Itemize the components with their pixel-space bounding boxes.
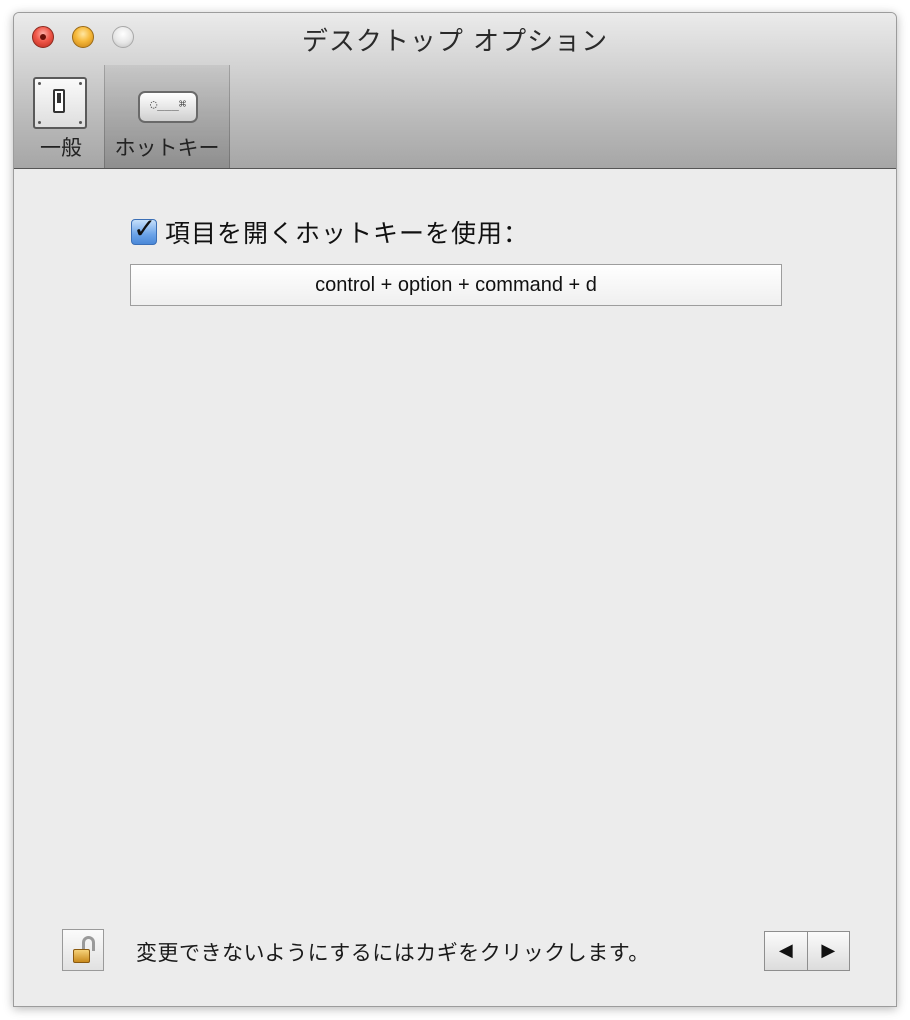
shortcut-field[interactable]: control + option + command + d: [130, 264, 782, 306]
hotkey-checkbox-label[interactable]: 項目を開くホットキーを使用：: [165, 214, 529, 250]
checkmark-icon: ✓: [133, 212, 157, 245]
lock-button[interactable]: [62, 929, 104, 971]
hotkey-checkbox[interactable]: ✓: [131, 212, 157, 245]
toolbar-item-general-label: 一般: [40, 136, 82, 160]
window-title: デスクトップ オプション: [301, 27, 609, 57]
hotkey-checkbox-row[interactable]: ✓ 項目を開くホットキーを使用：: [131, 212, 529, 250]
title-bar: デスクトップ オプション 一般 ◌___⌘ ホットキー: [14, 13, 896, 169]
content-pane: ✓ 項目を開くホットキーを使用： control + option + comm…: [14, 169, 896, 1006]
lock-icon: [73, 949, 90, 963]
toolbar-item-general[interactable]: 一般: [22, 65, 100, 168]
switch-icon: [33, 77, 87, 129]
toolbar-item-hotkey[interactable]: ◌___⌘ ホットキー: [104, 65, 230, 168]
toolbar-item-hotkey-label: ホットキー: [114, 136, 220, 160]
preferences-window: デスクトップ オプション 一般 ◌___⌘ ホットキー ✓ 項目を開くホットキー…: [13, 12, 897, 1007]
navigation-segmented-control: ◀ ▶: [764, 931, 850, 971]
lock-hint-text: 変更できないようにするにはカギをクリックします。: [136, 941, 650, 965]
next-button[interactable]: ▶: [808, 932, 850, 970]
keyboard-key-icon-text: ◌___⌘: [149, 97, 187, 111]
previous-button[interactable]: ◀: [765, 932, 808, 970]
keyboard-key-icon: ◌___⌘: [138, 91, 198, 123]
